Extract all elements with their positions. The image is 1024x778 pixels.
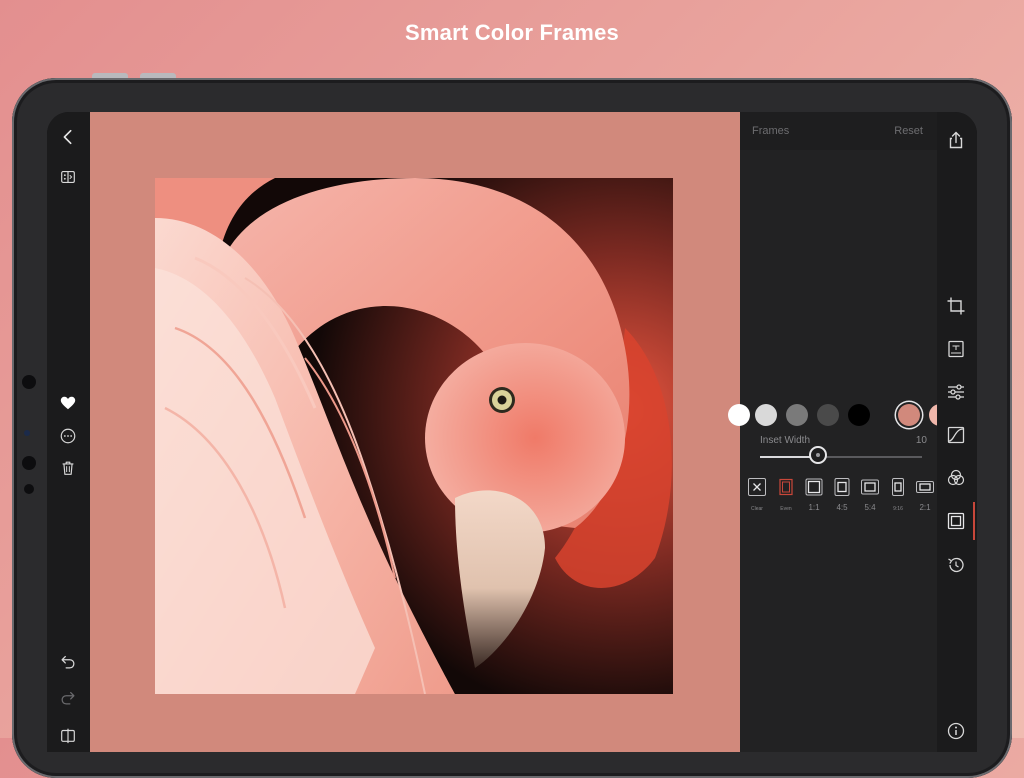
left-toolbar [47,112,90,752]
inset-width-label: Inset Width [760,435,811,446]
swatch-dark-gray[interactable] [817,404,839,426]
ratio-4-5-button[interactable] [833,478,851,496]
ratio-label: Clear [751,506,763,512]
ratio-9-16-button[interactable] [889,478,907,496]
ratio-tall-icon [892,478,904,496]
swatch-white[interactable] [728,404,750,426]
text-icon [948,340,964,358]
right-toolbar [937,112,977,752]
photo-canvas[interactable] [90,112,740,752]
redo-icon [61,691,75,705]
undo-button[interactable] [55,649,81,675]
split-view-button[interactable] [55,722,81,748]
crop-icon [947,297,965,315]
color-mix-icon [947,469,965,486]
redo-button[interactable] [55,685,81,711]
history-icon [948,557,964,573]
back-button[interactable] [55,124,81,150]
ratio-label: 5:4 [864,503,876,512]
compare-button[interactable] [55,164,81,190]
sensor-dot-2 [24,484,34,494]
back-icon [63,129,72,145]
delete-button[interactable] [55,455,81,481]
even-frame-button[interactable] [777,478,795,496]
share-button[interactable] [943,127,969,153]
color-mix-button[interactable] [943,465,969,491]
reset-button[interactable]: Reset [894,125,923,137]
panel-header: Frames Reset [740,112,937,150]
ratio-square-icon [805,478,823,496]
history-button[interactable] [943,552,969,578]
inset-width-value: 10 [915,435,927,446]
adjust-icon [948,384,964,400]
ratio-label: 9:16 [893,506,903,512]
heart-icon [60,396,76,410]
frame-icon [947,512,965,530]
curves-icon [947,426,965,444]
adjust-button[interactable] [943,379,969,405]
ratio-label: Even [780,506,792,512]
inset-width-slider[interactable] [760,456,922,458]
text-button[interactable] [943,336,969,362]
ratio-wide-icon [916,481,934,493]
camera-dot-2 [22,456,36,470]
app-screen: Frames Reset Inset Width 10 Clear Even 1… [47,112,977,752]
curves-button[interactable] [943,422,969,448]
ratio-2-1-button[interactable] [916,478,934,496]
active-tool-indicator [973,502,975,540]
trash-icon [62,461,74,475]
ratio-landscape-icon [861,479,879,495]
swatch-gray[interactable] [786,404,808,426]
swatch-light-gray[interactable] [755,404,777,426]
ratio-label: 4:5 [836,503,848,512]
crop-button[interactable] [943,293,969,319]
ratio-label: 1:1 [808,503,820,512]
more-button[interactable] [55,423,81,449]
frames-panel: Frames Reset Inset Width 10 Clear Even 1… [728,112,951,752]
swatch-smart-color-selected[interactable] [898,404,920,426]
camera-dot [22,375,36,389]
split-view-icon [61,728,75,744]
share-icon [949,131,963,149]
info-icon [947,722,965,740]
clear-frame-button[interactable] [748,478,766,496]
compare-icon [61,171,75,183]
info-button[interactable] [943,718,969,744]
more-icon [60,428,76,444]
sensor-dot [24,430,30,436]
ratio-1-1-button[interactable] [805,478,823,496]
ratio-portrait-icon [834,478,850,496]
headline: Smart Color Frames [405,20,619,45]
favorite-button[interactable] [55,390,81,416]
slider-knob[interactable] [809,446,827,464]
swatch-black[interactable] [848,404,870,426]
panel-title: Frames [752,125,790,137]
ratio-5-4-button[interactable] [861,478,879,496]
close-icon [748,478,766,496]
flamingo-photo [155,178,673,694]
even-frame-icon [779,478,793,496]
ratio-label: 2:1 [919,503,931,512]
frame-button[interactable] [943,508,969,534]
undo-icon [61,655,75,669]
